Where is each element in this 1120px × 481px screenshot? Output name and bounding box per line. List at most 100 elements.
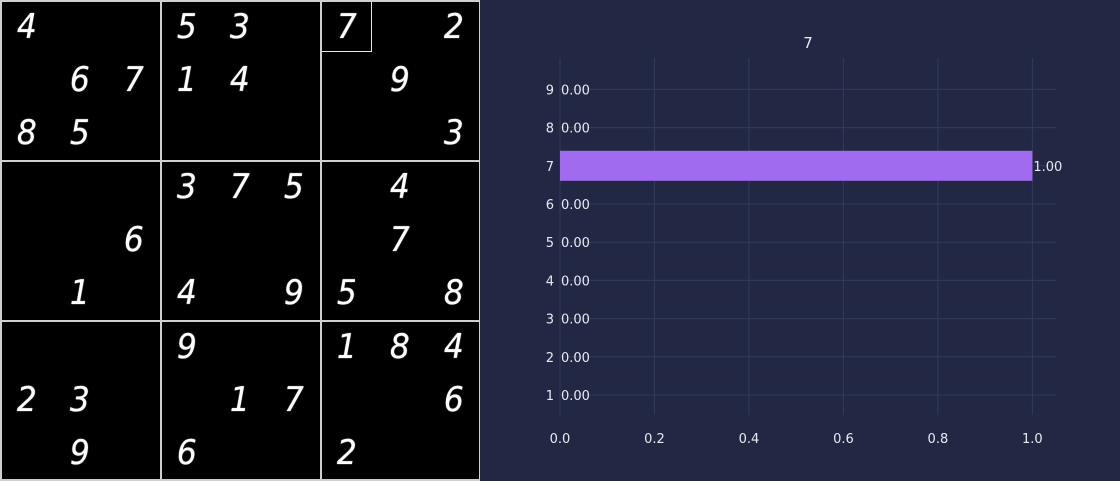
sudoku-cell[interactable] [107, 267, 160, 320]
cell-digit: 6 [123, 219, 144, 260]
sudoku-cell[interactable]: 3 [213, 0, 266, 53]
sudoku-cell[interactable] [427, 160, 480, 213]
sudoku-cell[interactable]: 6 [107, 213, 160, 266]
box-divider-vertical [160, 0, 162, 480]
sudoku-cell[interactable] [213, 267, 266, 320]
sudoku-cell[interactable] [160, 373, 213, 426]
sudoku-cell[interactable]: 7 [320, 0, 373, 53]
sudoku-cell[interactable] [0, 427, 53, 480]
sudoku-cell[interactable]: 2 [427, 0, 480, 53]
sudoku-cell[interactable] [320, 160, 373, 213]
cell-digit: 4 [230, 59, 250, 100]
chart-title: 7 [803, 34, 813, 52]
sudoku-cell[interactable] [0, 160, 53, 213]
sudoku-cell[interactable] [213, 427, 266, 480]
sudoku-cell[interactable]: 5 [320, 267, 373, 320]
sudoku-cell[interactable] [0, 320, 53, 373]
sudoku-cell[interactable] [267, 0, 320, 53]
sudoku-cell[interactable]: 9 [53, 427, 106, 480]
sudoku-cell[interactable]: 2 [0, 373, 53, 426]
sudoku-cell[interactable]: 6 [160, 427, 213, 480]
sudoku-cell[interactable]: 4 [0, 0, 53, 53]
sudoku-cell[interactable] [267, 107, 320, 160]
cell-digit: 4 [176, 273, 197, 314]
sudoku-cell[interactable] [267, 427, 320, 480]
sudoku-cell[interactable]: 8 [373, 320, 426, 373]
sudoku-cell[interactable] [107, 0, 160, 53]
cell-digit: 5 [176, 6, 197, 47]
bar-value-label: 0.00 [561, 274, 590, 289]
sudoku-cell[interactable] [213, 107, 266, 160]
sudoku-cell[interactable] [267, 320, 320, 373]
sudoku-cell[interactable] [320, 213, 373, 266]
sudoku-cell[interactable]: 9 [373, 53, 426, 106]
sudoku-cell[interactable] [320, 53, 373, 106]
sudoku-cell[interactable]: 1 [213, 373, 266, 426]
bar-value-label: 0.00 [561, 83, 590, 98]
sudoku-cell[interactable] [107, 160, 160, 213]
sudoku-cell[interactable] [373, 107, 426, 160]
sudoku-cell[interactable] [53, 160, 106, 213]
sudoku-cell[interactable]: 7 [107, 53, 160, 106]
cell-digit: 9 [70, 433, 90, 474]
sudoku-cell[interactable] [53, 0, 106, 53]
sudoku-cell[interactable]: 5 [160, 0, 213, 53]
sudoku-cell[interactable]: 4 [427, 320, 480, 373]
cell-digit: 3 [230, 6, 250, 47]
sudoku-cell[interactable] [107, 107, 160, 160]
sudoku-cell[interactable] [373, 373, 426, 426]
sudoku-cell[interactable]: 3 [53, 373, 106, 426]
sudoku-cell[interactable] [107, 320, 160, 373]
sudoku-cell[interactable] [0, 53, 53, 106]
sudoku-cell[interactable] [0, 213, 53, 266]
sudoku-cell[interactable]: 7 [267, 373, 320, 426]
sudoku-cell[interactable] [373, 0, 426, 53]
category-tick-label: 7 [546, 160, 554, 175]
sudoku-cell[interactable]: 3 [160, 160, 213, 213]
cell-digit: 1 [336, 326, 357, 367]
sudoku-cell[interactable] [160, 107, 213, 160]
sudoku-cell[interactable]: 6 [427, 373, 480, 426]
sudoku-cell[interactable]: 5 [267, 160, 320, 213]
sudoku-cell[interactable] [107, 373, 160, 426]
sudoku-cell[interactable] [320, 107, 373, 160]
box-divider-horizontal [0, 320, 480, 322]
sudoku-cell[interactable] [0, 267, 53, 320]
sudoku-cell[interactable] [107, 427, 160, 480]
sudoku-cell[interactable] [267, 213, 320, 266]
sudoku-cell[interactable] [427, 53, 480, 106]
sudoku-cell[interactable]: 3 [427, 107, 480, 160]
sudoku-cell[interactable] [427, 213, 480, 266]
sudoku-cell[interactable] [160, 213, 213, 266]
sudoku-cell[interactable]: 7 [213, 160, 266, 213]
cell-digit: 2 [443, 6, 464, 47]
sudoku-cell[interactable] [373, 427, 426, 480]
sudoku-cell[interactable] [427, 427, 480, 480]
sudoku-cell[interactable]: 8 [427, 267, 480, 320]
cell-digit: 7 [390, 219, 410, 260]
sudoku-cell[interactable] [53, 320, 106, 373]
sudoku-cell[interactable] [267, 53, 320, 106]
sudoku-cell[interactable]: 9 [267, 267, 320, 320]
sudoku-cell[interactable]: 5 [53, 107, 106, 160]
sudoku-cell[interactable]: 7 [373, 213, 426, 266]
sudoku-cell[interactable]: 1 [320, 320, 373, 373]
sudoku-cell[interactable]: 1 [53, 267, 106, 320]
sudoku-cell[interactable]: 4 [160, 267, 213, 320]
sudoku-cell[interactable]: 6 [53, 53, 106, 106]
sudoku-cell[interactable]: 4 [213, 53, 266, 106]
sudoku-cell[interactable]: 9 [160, 320, 213, 373]
sudoku-cell[interactable] [373, 267, 426, 320]
sudoku-cell[interactable]: 4 [373, 160, 426, 213]
bar-value-label: 0.00 [561, 389, 590, 404]
sudoku-cell[interactable] [320, 373, 373, 426]
sudoku-cell[interactable] [213, 213, 266, 266]
cell-digit: 8 [443, 273, 464, 314]
sudoku-cell[interactable]: 2 [320, 427, 373, 480]
category-tick-label: 3 [546, 313, 554, 328]
cell-digit: 6 [443, 379, 464, 420]
sudoku-cell[interactable] [213, 320, 266, 373]
sudoku-cell[interactable]: 8 [0, 107, 53, 160]
sudoku-cell[interactable]: 1 [160, 53, 213, 106]
sudoku-cell[interactable] [53, 213, 106, 266]
